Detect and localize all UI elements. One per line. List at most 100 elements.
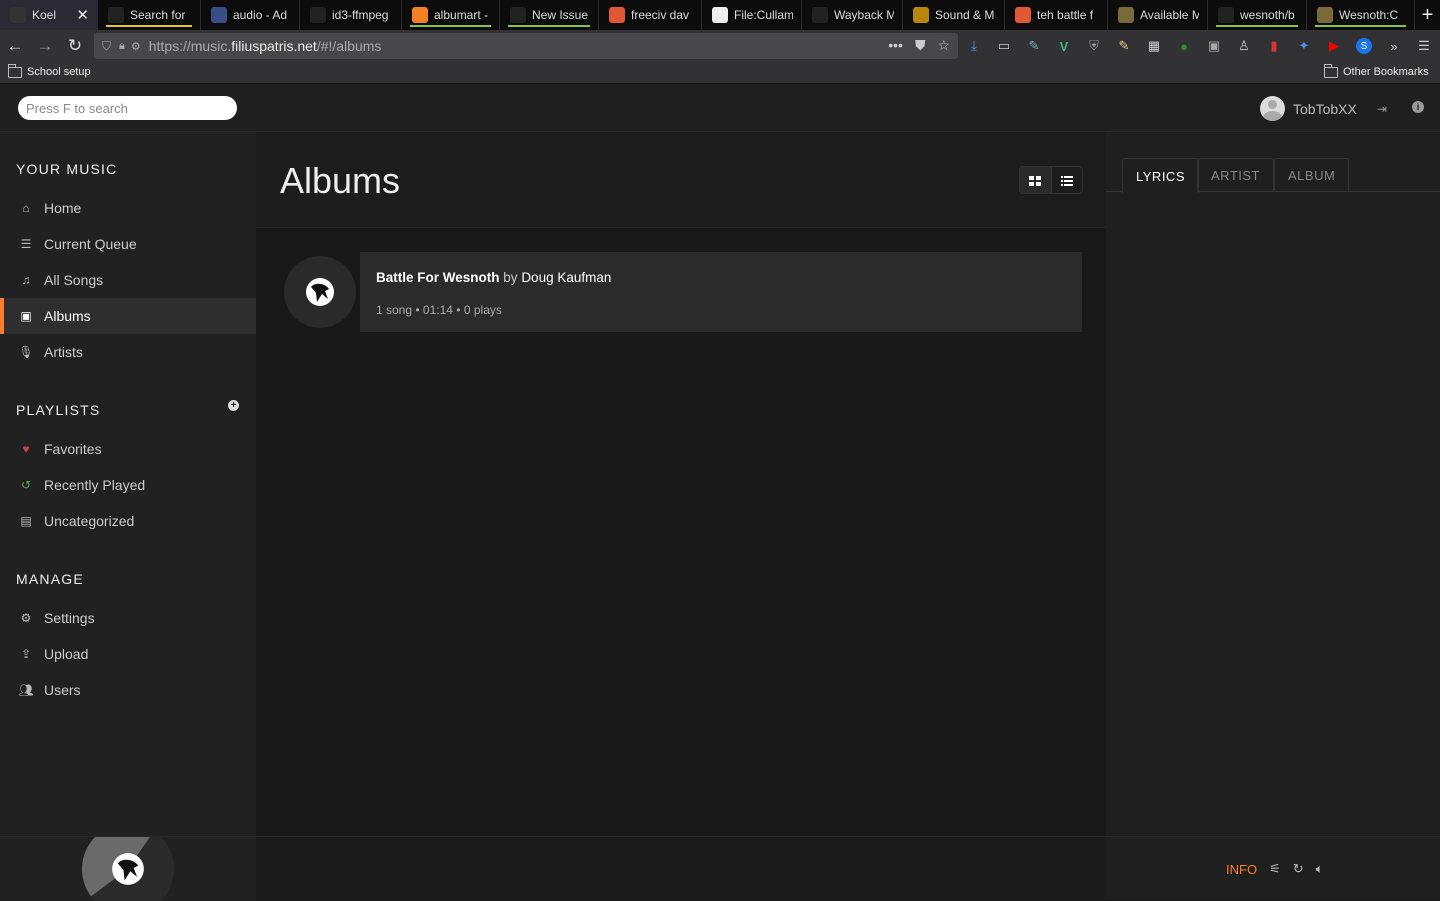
- grid-icon: [1029, 176, 1042, 186]
- youtube-icon[interactable]: ▶: [1324, 36, 1344, 56]
- browser-tab[interactable]: Sound & M: [903, 0, 1005, 30]
- s-extension-icon[interactable]: ▣: [1204, 36, 1224, 56]
- heart-icon: ♥: [22, 442, 30, 456]
- sidebar-item-favorites[interactable]: ♥ Favorites: [0, 431, 256, 467]
- ublock-icon[interactable]: ⛨: [1084, 36, 1104, 56]
- sidebar-item-all-songs[interactable]: ♫ All Songs: [0, 262, 256, 298]
- browser-tab[interactable]: Wesnoth:C: [1307, 0, 1415, 30]
- tab-label: New Issue: [532, 8, 589, 22]
- users-icon: 👥︎: [18, 683, 34, 697]
- album-artist[interactable]: Doug Kaufman: [521, 270, 611, 285]
- browser-tab[interactable]: New Issue: [500, 0, 599, 30]
- playlists-heading: PLAYLISTS: [16, 402, 101, 418]
- player-extra-controls: INFO ⚟ ↻ 🔈︎: [1226, 861, 1323, 877]
- sidebar-item-current-queue[interactable]: ☰ Current Queue: [0, 226, 256, 262]
- note-icon[interactable]: ✎: [1114, 36, 1134, 56]
- equalizer-icon[interactable]: ⚟: [1269, 861, 1281, 877]
- red-extension-icon[interactable]: ▮: [1264, 36, 1284, 56]
- list-view-button[interactable]: [1050, 167, 1082, 193]
- browser-tab[interactable]: Available M: [1108, 0, 1208, 30]
- pocket-icon[interactable]: ⛊: [915, 37, 926, 54]
- duckduckgo-icon: [609, 7, 625, 23]
- tab-audio-indicator: [1216, 25, 1298, 27]
- search-input[interactable]: [18, 96, 237, 120]
- green-extension-icon[interactable]: ●: [1174, 36, 1194, 56]
- browser-tab[interactable]: Wayback Mach: [802, 0, 903, 30]
- now-playing-cover[interactable]: [82, 837, 174, 901]
- browser-tab[interactable]: id3-ffmpeg: [300, 0, 402, 30]
- album-meta: 1 song • 01:14 • 0 plays: [376, 303, 502, 317]
- sidebar-icon[interactable]: ▭: [994, 36, 1014, 56]
- browser-tab[interactable]: Search for: [98, 0, 201, 30]
- sidebar-item-label: Home: [44, 200, 82, 216]
- album-cover[interactable]: [284, 256, 356, 328]
- grid-extension-icon[interactable]: ▦: [1144, 36, 1164, 56]
- browser-tab[interactable]: Koel ✕: [0, 0, 98, 30]
- overflow-chevron-icon[interactable]: »: [1384, 36, 1404, 56]
- repeat-icon[interactable]: ↻: [1293, 861, 1304, 877]
- browser-tab[interactable]: wesnoth/b: [1208, 0, 1307, 30]
- tracking-shield-icon[interactable]: ⛉: [102, 39, 111, 54]
- lock-icon: 🔒︎: [119, 39, 125, 52]
- extra-tabs: LYRICS ARTIST ALBUM: [1106, 158, 1440, 193]
- album-name[interactable]: Battle For Wesnoth: [376, 270, 500, 285]
- volume-icon[interactable]: 🔈︎: [1316, 861, 1324, 877]
- forward-icon[interactable]: →: [30, 31, 60, 61]
- hamburger-menu-icon[interactable]: ☰: [1414, 36, 1434, 56]
- tab-label: Available M: [1140, 8, 1199, 22]
- sidebar-item-albums[interactable]: ▣ Albums: [0, 298, 256, 334]
- tab-audio-indicator: [1315, 25, 1406, 27]
- thumbnail-view-button[interactable]: [1020, 167, 1051, 193]
- page-actions-icon[interactable]: •••: [888, 37, 903, 54]
- file-icon: ▤: [20, 514, 32, 528]
- back-icon[interactable]: ←: [0, 31, 30, 61]
- sidebar-item-home[interactable]: ⌂ Home: [0, 190, 256, 226]
- username[interactable]: TobTobXX: [1293, 101, 1357, 117]
- info-icon[interactable]: i: [1412, 101, 1424, 113]
- sidebar-item-upload[interactable]: ⇪ Upload: [0, 636, 256, 672]
- tab-lyrics[interactable]: LYRICS: [1122, 158, 1199, 193]
- sidebar-item-recently-played[interactable]: ↺ Recently Played: [0, 467, 256, 503]
- sidebar-item-label: Upload: [44, 646, 89, 662]
- tab-album[interactable]: ALBUM: [1274, 158, 1350, 192]
- close-tab-icon[interactable]: ✕: [68, 6, 89, 24]
- info-button[interactable]: INFO: [1226, 862, 1257, 877]
- bookmark-other-bookmarks[interactable]: Other Bookmarks: [1324, 63, 1429, 78]
- person-extension-icon[interactable]: ♙: [1234, 36, 1254, 56]
- wikipedia-icon: [712, 7, 728, 23]
- bookmark-school-setup[interactable]: School setup: [8, 63, 91, 78]
- browser-tab[interactable]: albumart -: [402, 0, 500, 30]
- album-by: by: [503, 270, 518, 285]
- tab-artist[interactable]: ARTIST: [1197, 158, 1274, 192]
- url-bar[interactable]: ⛉ 🔒︎ ⚙ https://music. filiuspatris.net/#!…: [94, 33, 958, 59]
- new-tab-icon[interactable]: +: [1415, 0, 1440, 30]
- tab-label: albumart -: [434, 8, 489, 22]
- browser-tab[interactable]: File:Cullam: [702, 0, 802, 30]
- downloads-icon[interactable]: ⤓: [964, 36, 984, 56]
- bookmark-star-icon[interactable]: ☆: [937, 37, 950, 54]
- sidebar-item-artists[interactable]: 🎙︎ Artists: [0, 334, 256, 370]
- sidebar-item-uncategorized[interactable]: ▤ Uncategorized: [0, 503, 256, 539]
- skype-icon[interactable]: S: [1356, 38, 1372, 54]
- add-playlist-icon[interactable]: +: [228, 400, 239, 411]
- main-header: Albums: [256, 132, 1106, 228]
- browser-tab[interactable]: audio - Ad: [201, 0, 300, 30]
- github-icon: [310, 7, 326, 23]
- pen-icon[interactable]: ✎: [1024, 36, 1044, 56]
- browser-tab[interactable]: teh battle f: [1005, 0, 1108, 30]
- blue-extension-icon[interactable]: ✦: [1294, 36, 1314, 56]
- url-path: /#!/albums: [316, 38, 382, 54]
- app-header: TobTobXX ⇥ i: [0, 84, 1440, 132]
- browser-tab[interactable]: freeciv dav: [599, 0, 702, 30]
- album-card[interactable]: Battle For Wesnoth by Doug Kaufman 1 son…: [284, 252, 1082, 332]
- album-duration: 01:14: [422, 303, 453, 317]
- sidebar-item-users[interactable]: 👥︎ Users: [0, 672, 256, 708]
- vue-devtools-icon[interactable]: V: [1054, 36, 1074, 56]
- permissions-icon[interactable]: ⚙: [131, 40, 141, 53]
- sidebar-item-settings[interactable]: ⚙ Settings: [0, 600, 256, 636]
- logout-icon[interactable]: ⇥: [1377, 102, 1387, 116]
- user-profile[interactable]: TobTobXX ⇥: [1260, 96, 1387, 121]
- wesnoth-logo-icon: [112, 853, 144, 885]
- reload-icon[interactable]: ↻: [60, 31, 90, 61]
- avatar[interactable]: [1260, 96, 1285, 121]
